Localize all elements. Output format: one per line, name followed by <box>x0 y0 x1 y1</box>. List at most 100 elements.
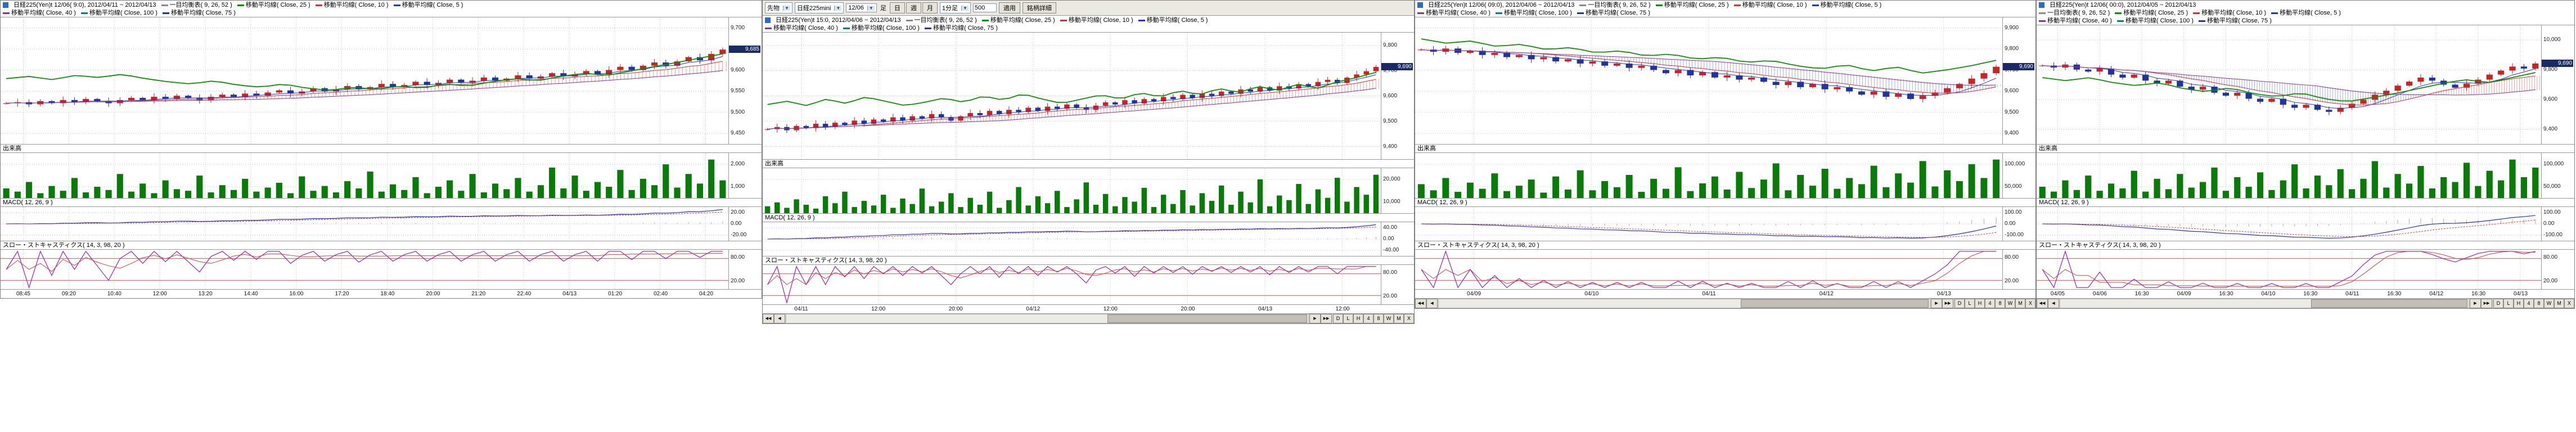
scrollbar-track[interactable] <box>786 314 1309 323</box>
timeframe-button[interactable]: X <box>2564 299 2574 308</box>
timeframe-button[interactable]: D <box>1954 299 1965 308</box>
time-label: 04/10 <box>2261 290 2275 298</box>
macd-chart[interactable] <box>2037 207 2541 241</box>
timeframe-button[interactable]: W <box>1384 314 1394 323</box>
timeframe-button[interactable]: H <box>2514 299 2524 308</box>
legend-color-swatch <box>2199 20 2205 22</box>
legend-color-swatch <box>2117 20 2124 22</box>
axis-label: 9,400 <box>1383 143 1397 150</box>
axis-label: 10,000 <box>2543 37 2561 43</box>
period-button[interactable]: 日 <box>890 2 905 14</box>
legend-item: 移動平均線( Close, 40 ) <box>2039 17 2112 25</box>
instrument-select[interactable]: 日経225mini▼ <box>795 2 844 14</box>
timeframe-button[interactable]: W <box>2544 299 2554 308</box>
scroll-right-button[interactable]: ▶ <box>1931 299 1942 308</box>
contract-month-select[interactable]: 12/06▼ <box>846 3 876 12</box>
legend-item: 移動平均線( Close, 100 ) <box>81 9 157 17</box>
timeframe-button[interactable]: 4 <box>1363 314 1373 323</box>
apply-button[interactable]: 適用 <box>999 2 1020 14</box>
scroll-far-right-button[interactable]: ▶▶ <box>2481 299 2492 308</box>
stochastics-chart[interactable] <box>1 250 728 289</box>
legend-color-swatch <box>316 4 322 6</box>
time-label: 21:20 <box>471 290 485 298</box>
instrument-type-select[interactable]: 先物▼ <box>765 2 792 14</box>
legend-color-swatch <box>2039 20 2046 22</box>
timeframe-button[interactable]: 4 <box>1985 299 1995 308</box>
timeframe-button[interactable]: 8 <box>1995 299 2005 308</box>
legend-color-swatch <box>1417 12 1424 14</box>
timeframe-button[interactable]: X <box>2025 299 2035 308</box>
scroll-far-right-button[interactable]: ▶▶ <box>1942 299 1953 308</box>
symbol-detail-button[interactable]: 銘柄詳細 <box>1023 2 1056 14</box>
timeframe-button[interactable]: L <box>2503 299 2514 308</box>
scroll-left-button[interactable]: ◀ <box>1426 299 1438 308</box>
time-label: 17:20 <box>335 290 349 298</box>
timeframe-button[interactable]: H <box>1353 314 1363 323</box>
volume-chart[interactable] <box>763 168 1381 213</box>
macd-chart[interactable] <box>1415 207 2002 241</box>
volume-pane: 2,0001,000 <box>1 152 762 198</box>
timeframe-button[interactable]: 8 <box>1373 314 1384 323</box>
axis-label: 80.00 <box>1383 269 1397 276</box>
period-button[interactable]: 月 <box>922 2 938 14</box>
bar-count-input[interactable] <box>973 3 997 12</box>
volume-chart[interactable] <box>2037 153 2541 198</box>
chevron-down-icon: ▼ <box>961 6 969 11</box>
volume-axis: 100,00050,000 <box>2541 153 2574 198</box>
chart-toolbar: 先物▼ 日経225mini▼ 12/06▼ 足 日週月 1分足▼ 適用 銘柄詳細 <box>763 1 1414 16</box>
scroll-right-button[interactable]: ▶ <box>1309 314 1321 323</box>
scroll-far-right-button[interactable]: ▶▶ <box>1321 314 1332 323</box>
candlestick-chart[interactable] <box>763 33 1381 159</box>
legend-color-swatch <box>1656 4 1663 6</box>
timeframe-button[interactable]: D <box>2493 299 2503 308</box>
bar-type-select[interactable]: 1分足▼ <box>940 2 971 14</box>
volume-chart[interactable] <box>1415 153 2002 198</box>
timeframe-button[interactable]: D <box>1333 314 1343 323</box>
scrollbar-thumb[interactable] <box>2311 299 2467 308</box>
scroll-far-left-button[interactable]: ◀◀ <box>1415 299 1426 308</box>
macd-chart[interactable] <box>763 222 1381 256</box>
scroll-left-button[interactable]: ◀ <box>2048 299 2059 308</box>
timeframe-button[interactable]: 8 <box>2534 299 2544 308</box>
timeframe-button[interactable]: M <box>2554 299 2564 308</box>
axis-label: 9,900 <box>2005 25 2019 31</box>
stochastics-chart[interactable] <box>1415 250 2002 289</box>
indicator-legend-row-1: 一目均衡表( 9, 26, 52 )移動平均線( Close, 25 )移動平均… <box>1579 1 1881 9</box>
time-label: 04/09 <box>2177 290 2191 298</box>
period-button[interactable]: 週 <box>906 2 921 14</box>
timeframe-button[interactable]: 4 <box>2524 299 2534 308</box>
macd-chart[interactable] <box>1 207 728 241</box>
timeframe-button[interactable]: X <box>1404 314 1414 323</box>
scrollbar-thumb[interactable] <box>1741 299 1929 308</box>
price-axis: 9,8009,7009,6009,5009,4009,690 <box>1381 33 1414 159</box>
axis-label: -40.00 <box>1383 247 1399 253</box>
scrollbar-track[interactable] <box>1438 299 1930 308</box>
legend-item: 移動平均線( Close, 25 ) <box>2115 9 2188 17</box>
timeframe-button[interactable]: H <box>1975 299 1985 308</box>
candlestick-chart[interactable] <box>2037 25 2541 144</box>
scrollbar-thumb[interactable] <box>1107 314 1307 323</box>
stochastics-chart[interactable] <box>2037 250 2541 289</box>
legend-item: 移動平均線( Close, 5 ) <box>2271 9 2341 17</box>
legend-item: 移動平均線( Close, 100 ) <box>1496 9 1572 17</box>
chart-workspace: 日経225(Yen)t 12/06( 9:0), 2012/04/11 ~ 20… <box>0 0 2576 324</box>
timeframe-button[interactable]: L <box>1965 299 1975 308</box>
candlestick-chart[interactable] <box>1 17 728 144</box>
timeframe-button[interactable]: M <box>2015 299 2025 308</box>
timeframe-button[interactable]: W <box>2005 299 2015 308</box>
candlestick-chart[interactable] <box>1415 17 2002 144</box>
time-label: 10:40 <box>107 290 121 298</box>
timeframe-button[interactable]: M <box>1394 314 1404 323</box>
time-axis: 04/0904/1004/1104/1204/13 <box>1415 289 2035 298</box>
timeframe-button[interactable]: L <box>1343 314 1353 323</box>
volume-chart[interactable] <box>1 153 728 198</box>
stochastics-chart[interactable] <box>763 265 1381 304</box>
axis-label: 50,000 <box>2005 183 2022 190</box>
axis-label: 9,500 <box>1383 118 1397 124</box>
scroll-far-left-button[interactable]: ◀◀ <box>763 314 774 323</box>
scroll-far-left-button[interactable]: ◀◀ <box>2037 299 2048 308</box>
scrollbar-track[interactable] <box>2060 299 2469 308</box>
scroll-right-button[interactable]: ▶ <box>2470 299 2481 308</box>
scroll-left-button[interactable]: ◀ <box>774 314 785 323</box>
legend-item: 移動平均線( Close, 5 ) <box>1138 16 1208 24</box>
